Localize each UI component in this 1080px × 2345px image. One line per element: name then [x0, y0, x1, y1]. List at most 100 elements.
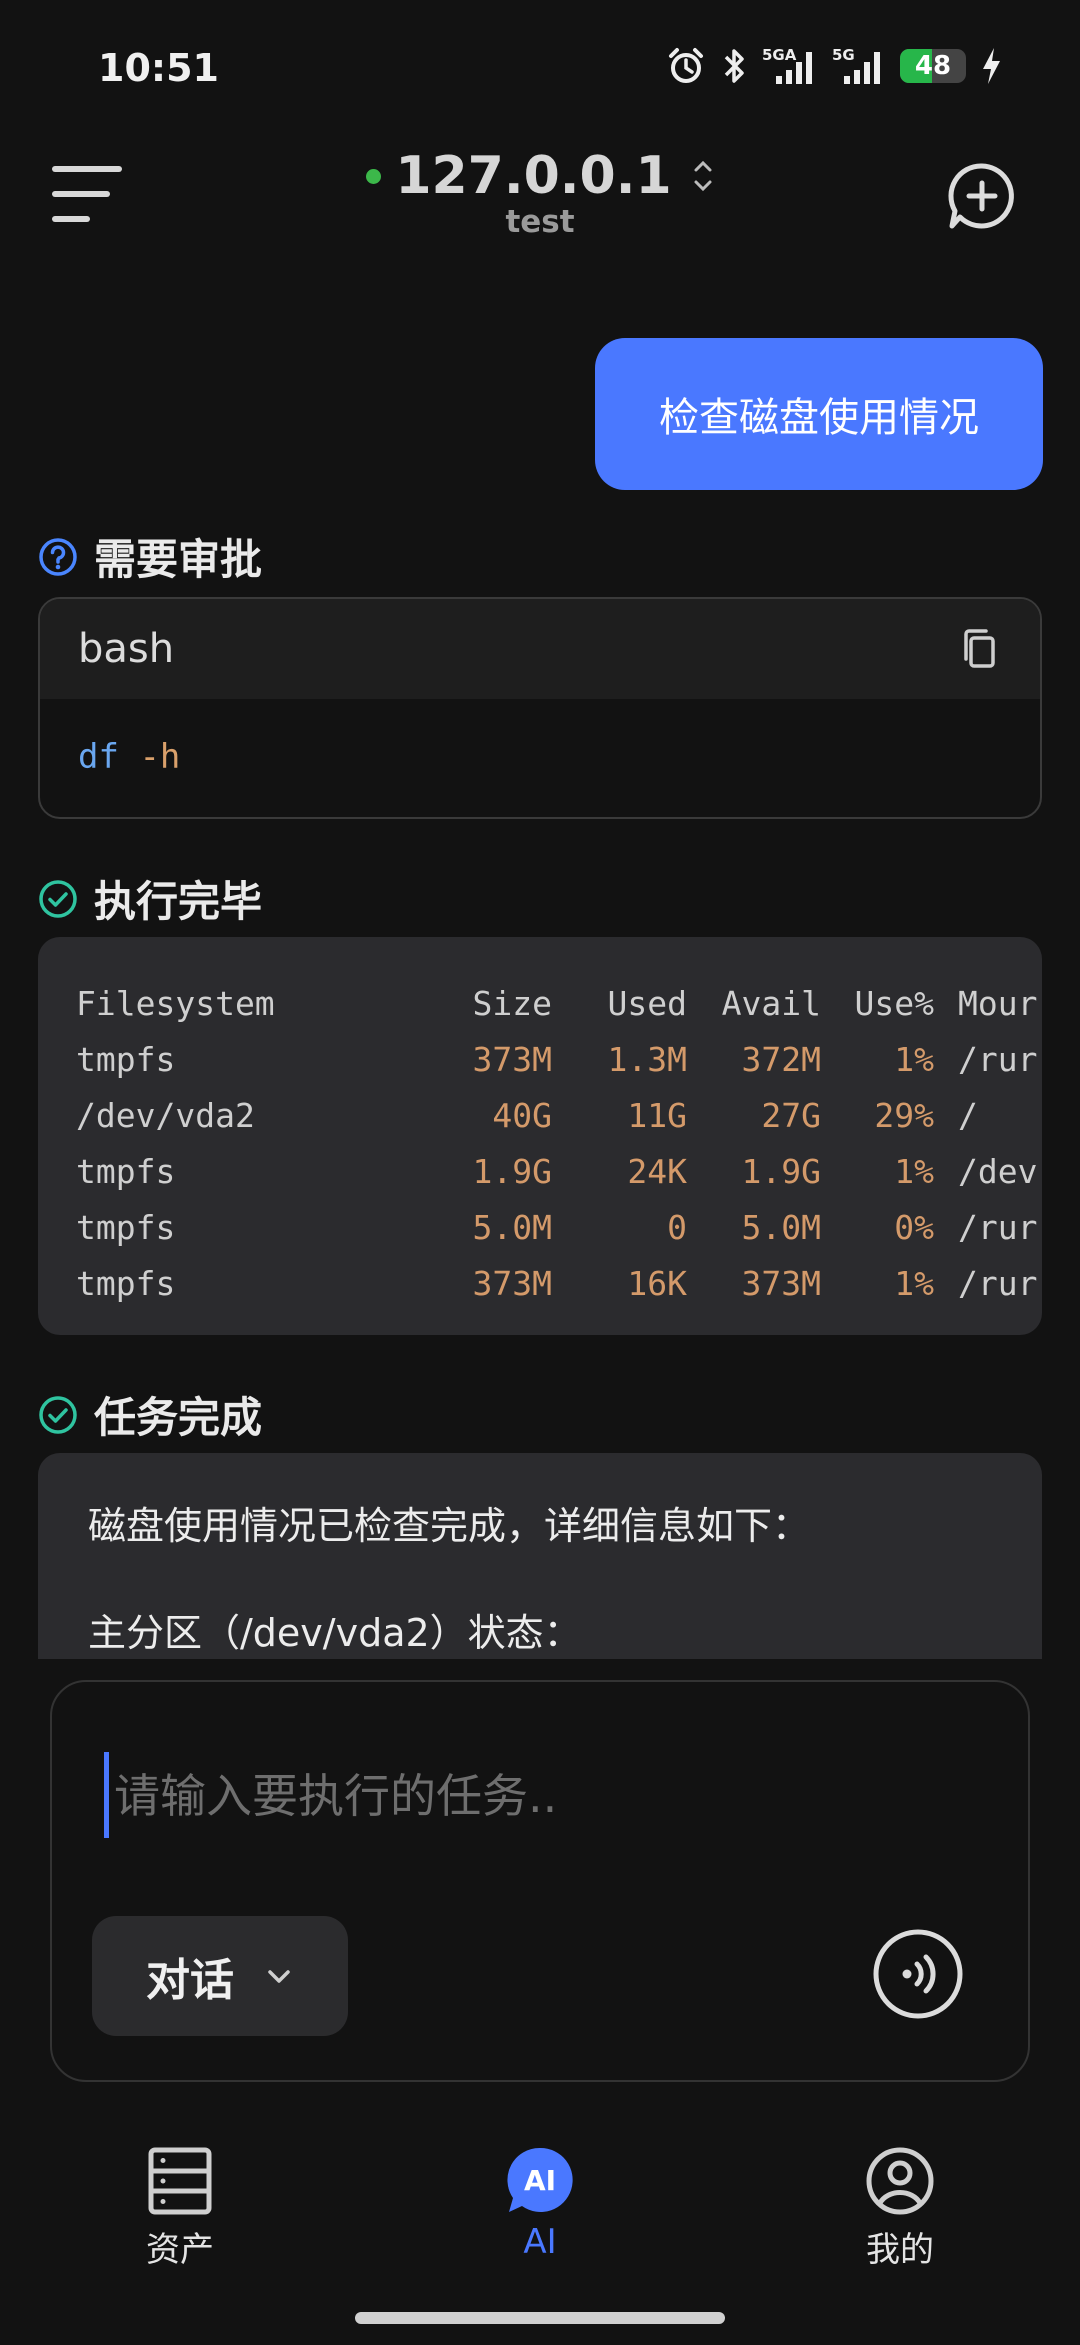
use-pct-cell: 29% — [874, 1095, 934, 1135]
code-block: bash df -h — [38, 597, 1042, 819]
ai-chat-icon: AI — [507, 2147, 573, 2212]
output-row: tmpfs 373M 16K 373M 1% /rur — [76, 1255, 1037, 1311]
output-row: tmpfs 5.0M 0 5.0M 0% /rur — [76, 1199, 1037, 1255]
nav-ai[interactable]: AI AI — [450, 2146, 630, 2262]
nav-assets[interactable]: 资产 — [90, 2146, 270, 2271]
mount-cell: /rur — [958, 1263, 1038, 1303]
avail-cell: 5.0M — [741, 1207, 821, 1247]
connection-status-dot — [366, 168, 382, 184]
check-circle-icon — [39, 1395, 77, 1434]
avail-cell: 373M — [741, 1263, 821, 1303]
size-cell: 40G — [492, 1095, 552, 1135]
used-cell: 1.3M — [607, 1039, 687, 1079]
col-header: Mour — [958, 983, 1038, 1023]
status-bar: 10:51 5GA 5G 48 — [0, 0, 1080, 140]
chevron-down-icon — [268, 1970, 290, 1983]
app-root: 10:51 5GA 5G 48 127.0.0.1 test 检查磁盘使用情况 … — [0, 0, 1080, 2345]
filesystem-cell: tmpfs — [76, 1151, 176, 1191]
used-cell: 24K — [627, 1151, 687, 1191]
host-selector[interactable]: 127.0.0.1 test — [0, 140, 1080, 240]
question-icon — [39, 537, 77, 576]
battery-indicator: 48 — [900, 49, 966, 83]
mode-label: 对话 — [146, 1955, 234, 2006]
host-name: test — [505, 204, 575, 240]
user-icon — [866, 2147, 934, 2215]
execution-title: 执行完毕 — [94, 877, 263, 926]
used-cell: 0 — [667, 1207, 687, 1247]
col-header: Filesystem — [76, 983, 275, 1023]
signal-5ga-icon: 5GA — [762, 46, 812, 84]
svg-text:AI: AI — [524, 2164, 556, 2197]
command-args: -h — [139, 737, 181, 777]
used-cell: 16K — [627, 1263, 687, 1303]
code-content: df -h — [40, 699, 1040, 815]
command-output: Filesystem Size Used Avail Use% Mour tmp… — [38, 937, 1042, 1335]
command-name: df — [78, 737, 119, 777]
size-cell: 373M — [472, 1263, 552, 1303]
host-address: 127.0.0.1 — [395, 146, 672, 206]
approval-heading: 需要审批 — [38, 526, 262, 587]
bottom-nav: 资产 AI AI 我的 — [0, 2130, 1080, 2300]
signal-5g-icon: 5G — [832, 46, 880, 84]
output-row: /dev/vda2 40G 11G 27G 29% / — [76, 1087, 1037, 1143]
home-indicator — [355, 2312, 725, 2324]
nav-mine-label: 我的 — [866, 2230, 934, 2270]
mount-cell: /dev — [958, 1151, 1038, 1191]
code-language: bash — [78, 626, 175, 672]
summary-line: 主分区（/dev/vda2）状态： — [88, 1611, 582, 1655]
use-pct-cell: 1% — [894, 1151, 934, 1191]
task-input[interactable] — [102, 1744, 962, 1848]
copy-icon[interactable] — [958, 627, 1002, 671]
use-pct-cell: 0% — [894, 1207, 934, 1247]
col-header: Size — [472, 983, 552, 1023]
avail-cell: 27G — [761, 1095, 821, 1135]
bluetooth-icon — [724, 49, 744, 83]
output-table: Filesystem Size Used Avail Use% Mour tmp… — [76, 975, 1037, 1311]
use-pct-cell: 1% — [894, 1039, 934, 1079]
mount-cell: /rur — [958, 1039, 1038, 1079]
filesystem-cell: tmpfs — [76, 1207, 176, 1247]
execution-heading: 执行完毕 — [38, 868, 262, 929]
status-time: 10:51 — [98, 46, 219, 90]
output-row: tmpfs 1.9G 24K 1.9G 1% /dev — [76, 1143, 1037, 1199]
task-done-title: 任务完成 — [94, 1393, 263, 1442]
mount-cell: / — [958, 1095, 978, 1135]
check-circle-icon — [39, 879, 77, 918]
avail-cell: 372M — [741, 1039, 821, 1079]
code-header: bash — [40, 599, 1040, 699]
status-icons: 5GA 5G 48 — [666, 46, 1002, 86]
battery-level: 48 — [914, 51, 952, 81]
nav-mine[interactable]: 我的 — [810, 2146, 990, 2271]
nav-assets-label: 资产 — [146, 2230, 214, 2270]
input-card: 对话 — [50, 1680, 1030, 2082]
use-pct-cell: 1% — [894, 1263, 934, 1303]
col-header: Use% — [854, 983, 934, 1023]
filesystem-cell: tmpfs — [76, 1263, 176, 1303]
output-row: tmpfs 373M 1.3M 372M 1% /rur — [76, 1031, 1037, 1087]
summary-message: 磁盘使用情况已检查完成，详细信息如下： 主分区（/dev/vda2）状态： — [38, 1453, 1042, 1659]
server-icon — [148, 2147, 212, 2215]
size-cell: 1.9G — [472, 1151, 552, 1191]
filesystem-cell: tmpfs — [76, 1039, 176, 1079]
col-header: Used — [607, 983, 687, 1023]
filesystem-cell: /dev/vda2 — [76, 1095, 255, 1135]
new-chat-button[interactable] — [946, 160, 1018, 232]
voice-icon[interactable] — [872, 1928, 964, 2020]
nav-ai-label: AI — [523, 2222, 557, 2262]
chevron-up-down-icon — [694, 160, 712, 192]
user-message-bubble: 检查磁盘使用情况 — [595, 338, 1043, 490]
size-cell: 5.0M — [472, 1207, 552, 1247]
svg-text:5G: 5G — [832, 46, 855, 64]
mode-selector[interactable]: 对话 — [92, 1916, 348, 2036]
svg-text:5GA: 5GA — [762, 46, 797, 64]
task-done-heading: 任务完成 — [38, 1384, 262, 1445]
output-header-row: Filesystem Size Used Avail Use% Mour — [76, 975, 1037, 1031]
col-header: Avail — [721, 983, 821, 1023]
alarm-icon — [669, 48, 703, 83]
mount-cell: /rur — [958, 1207, 1038, 1247]
size-cell: 373M — [472, 1039, 552, 1079]
used-cell: 11G — [627, 1095, 687, 1135]
summary-line: 磁盘使用情况已检查完成，详细信息如下： — [88, 1504, 811, 1548]
approval-title: 需要审批 — [94, 535, 263, 584]
charging-icon — [983, 48, 1000, 84]
